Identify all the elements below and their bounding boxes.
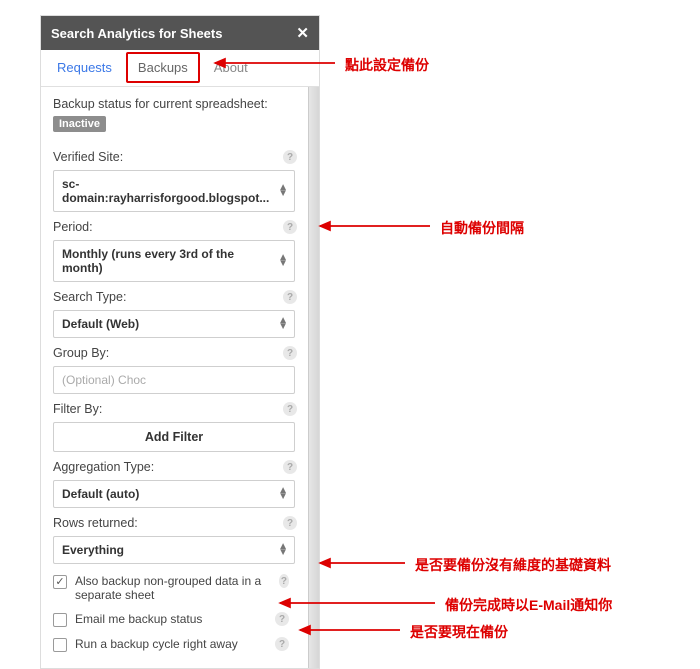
checkbox-row-nongrouped[interactable]: Also backup non-grouped data in a separa… [53, 574, 307, 602]
help-icon[interactable]: ? [283, 150, 297, 164]
help-icon[interactable]: ? [275, 637, 289, 651]
help-icon[interactable]: ? [275, 612, 289, 626]
help-icon[interactable]: ? [279, 574, 289, 588]
panel-body: Backup status for current spreadsheet: I… [41, 87, 319, 668]
group-by-label: Group By: ? [53, 346, 307, 360]
checkbox-icon[interactable] [53, 638, 67, 652]
checkbox-icon[interactable] [53, 575, 67, 589]
annotation-text: 備份完成時以E-Mail通知你 [445, 595, 612, 615]
updown-icon: ▲▼ [278, 255, 288, 267]
backup-status-label: Backup status for current spreadsheet: [53, 97, 307, 111]
help-icon[interactable]: ? [283, 516, 297, 530]
period-select[interactable]: Monthly (runs every 3rd of the month) ▲▼ [53, 240, 295, 282]
titlebar: Search Analytics for Sheets ✕ [41, 16, 319, 50]
status-badge: Inactive [53, 116, 106, 132]
help-icon[interactable]: ? [283, 220, 297, 234]
updown-icon: ▲▼ [278, 544, 288, 556]
tab-about[interactable]: About [202, 50, 260, 86]
annotation-text: 是否要備份沒有維度的基礎資料 [415, 555, 611, 575]
annotation-text: 自動備份間隔 [440, 218, 524, 238]
rows-select[interactable]: Everything ▲▼ [53, 536, 295, 564]
aggregation-select[interactable]: Default (auto) ▲▼ [53, 480, 295, 508]
add-filter-button[interactable]: Add Filter [53, 422, 295, 452]
help-icon[interactable]: ? [283, 290, 297, 304]
updown-icon: ▲▼ [278, 185, 288, 197]
verified-site-label: Verified Site: ? [53, 150, 307, 164]
updown-icon: ▲▼ [278, 488, 288, 500]
sidebar-panel: Search Analytics for Sheets ✕ Requests B… [40, 15, 320, 669]
tab-backups[interactable]: Backups [126, 52, 200, 83]
help-icon[interactable]: ? [283, 402, 297, 416]
verified-site-select[interactable]: sc-domain:rayharrisforgood.blogspot... ▲… [53, 170, 295, 212]
annotation-text: 是否要現在備份 [410, 622, 508, 642]
close-icon[interactable]: ✕ [296, 24, 309, 42]
aggregation-label: Aggregation Type: ? [53, 460, 307, 474]
panel-title: Search Analytics for Sheets [51, 26, 222, 41]
search-type-select[interactable]: Default (Web) ▲▼ [53, 310, 295, 338]
checkbox-row-email[interactable]: Email me backup status ? [53, 612, 307, 627]
filter-by-label: Filter By: ? [53, 402, 307, 416]
updown-icon: ▲▼ [278, 318, 288, 330]
period-label: Period: ? [53, 220, 307, 234]
tabs: Requests Backups About [41, 50, 319, 87]
help-icon[interactable]: ? [283, 460, 297, 474]
annotation-text: 點此設定備份 [345, 55, 429, 75]
search-type-label: Search Type: ? [53, 290, 307, 304]
checkbox-row-runnow[interactable]: Run a backup cycle right away ? [53, 637, 307, 652]
group-by-input[interactable]: (Optional) Choc [53, 366, 295, 394]
checkbox-icon[interactable] [53, 613, 67, 627]
rows-label: Rows returned: ? [53, 516, 307, 530]
help-icon[interactable]: ? [283, 346, 297, 360]
tab-requests[interactable]: Requests [45, 50, 124, 86]
